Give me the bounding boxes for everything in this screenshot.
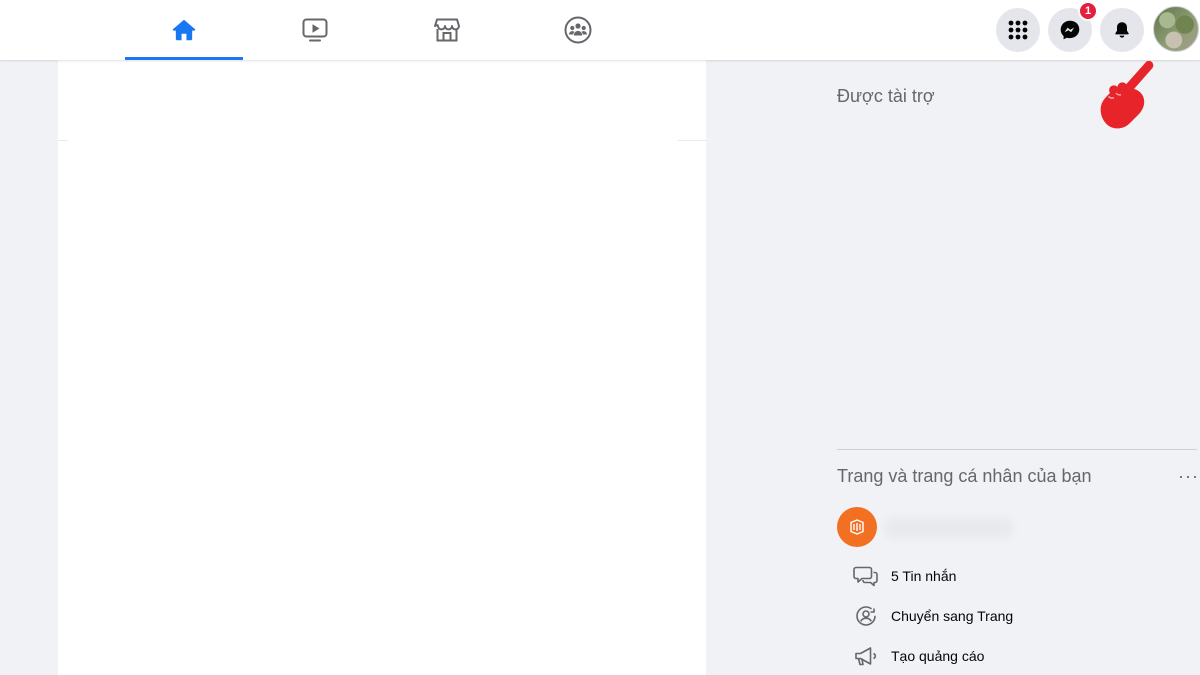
messages-action-label: 5 Tin nhắn (891, 568, 957, 584)
home-icon (172, 19, 196, 41)
tab-groups[interactable] (519, 0, 637, 60)
messages-action[interactable]: 5 Tin nhắn (853, 564, 956, 588)
switch-to-page-action[interactable]: Chuyển sang Trang (853, 604, 1013, 628)
tab-marketplace[interactable] (388, 0, 506, 60)
page-avatar[interactable] (837, 507, 877, 547)
tab-watch[interactable] (256, 0, 374, 60)
groups-icon (564, 16, 592, 44)
switch-profile-icon (856, 606, 876, 626)
megaphone-icon (855, 647, 877, 666)
store-icon (434, 18, 460, 42)
feed-divider-gap (68, 139, 678, 142)
switch-to-page-label: Chuyển sang Trang (891, 608, 1014, 624)
create-ad-action[interactable]: Tạo quảng cáo (853, 644, 984, 668)
more-options-button[interactable]: ··· (1178, 466, 1199, 487)
page-name-redacted[interactable] (884, 517, 1014, 539)
sidebar-divider (837, 449, 1197, 450)
page-logo-icon (850, 519, 864, 535)
sponsored-heading: Được tài trợ (837, 86, 935, 106)
grid-menu-icon (1008, 20, 1028, 40)
notifications-button[interactable] (1100, 8, 1144, 52)
top-navigation-bar: 1 (0, 0, 1200, 60)
messenger-badge: 1 (1078, 1, 1098, 21)
tab-home[interactable] (125, 0, 243, 60)
profile-avatar[interactable] (1153, 6, 1199, 52)
create-ad-label: Tạo quảng cáo (891, 648, 985, 664)
pointing-hand-icon (1100, 60, 1154, 129)
messenger-icon (1060, 20, 1080, 40)
messenger-button[interactable]: 1 (1048, 1, 1098, 52)
feed-card (58, 60, 706, 675)
pages-section-title: Trang và trang cá nhân của bạn (837, 466, 1092, 486)
message-icon (853, 566, 878, 587)
menu-button[interactable] (996, 8, 1040, 52)
video-icon (302, 18, 328, 42)
bell-icon (1115, 22, 1129, 38)
